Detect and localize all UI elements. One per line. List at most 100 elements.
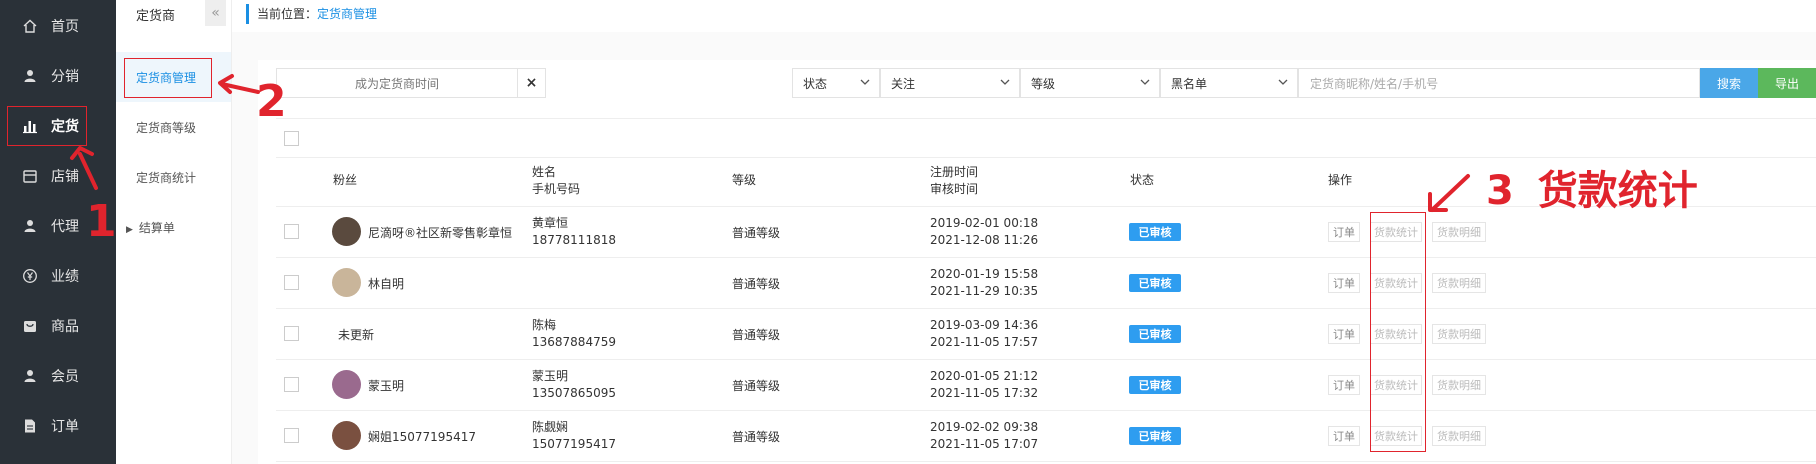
time-cell: 2020-01-19 15:58 2021-11-29 10:35 (930, 266, 1038, 300)
nav-item-5[interactable]: 业绩 (0, 251, 116, 301)
payment-detail-button[interactable]: 货款明细 (1432, 324, 1486, 344)
nav-item-8[interactable]: 订单 (0, 401, 116, 451)
name-cell: 黄章恒 18778111818 (532, 215, 616, 249)
audit-time: 2021-12-08 11:26 (930, 233, 1039, 247)
follow-select-label: 关注 (891, 76, 916, 91)
status-badge: 已审核 (1129, 274, 1181, 292)
fan-name: 未更新 (338, 328, 375, 342)
reg-time: 2019-03-09 14:36 (930, 318, 1039, 332)
home-icon (21, 17, 39, 35)
row-checkbox[interactable] (284, 377, 299, 392)
time-cell: 2019-02-01 00:18 2021-12-08 11:26 (930, 215, 1038, 249)
level-select[interactable]: 等级 (1020, 68, 1160, 98)
subnav-item-dealer-stats[interactable]: 定货商统计 (136, 169, 196, 186)
real-name: 陈觑娴 (532, 420, 569, 434)
nav-item-label: 代理 (51, 219, 79, 235)
nav-item-3[interactable]: 店铺 (0, 151, 116, 201)
nav-item-0[interactable]: 首页 (0, 1, 116, 51)
nav-item-label: 店铺 (51, 169, 79, 185)
avatar (332, 370, 361, 399)
search-input[interactable]: 定货商昵称/姓名/手机号 (1298, 68, 1700, 98)
app-root: 首页 分销 定货 店铺 代理 业绩 商品 会员 订单 定货商 定货商管理 定货商等级 定货商统计… (0, 0, 1816, 464)
subnav-item-dealer-level[interactable]: 定货商等级 (136, 119, 196, 136)
payment-detail-button[interactable]: 货款明细 (1432, 375, 1486, 395)
audit-time: 2021-11-05 17:57 (930, 335, 1039, 349)
clear-date-icon[interactable]: × (518, 68, 546, 98)
nav-item-label: 首页 (51, 19, 79, 35)
nav-item-label: 订单 (51, 419, 79, 435)
row-checkbox[interactable] (284, 275, 299, 290)
table-row: 未更新 陈梅 13687884759 普通等级 2019-03-09 14:36 2021… (276, 309, 1816, 360)
user-icon (21, 367, 39, 385)
table-select-all-row (276, 118, 1816, 158)
payment-detail-button[interactable]: 货款明细 (1432, 273, 1486, 293)
row-checkbox[interactable] (284, 224, 299, 239)
payment-detail-button[interactable]: 货款明细 (1432, 426, 1486, 446)
status-select[interactable]: 状态 (792, 68, 880, 98)
row-checkbox[interactable] (284, 326, 299, 341)
avatar (332, 421, 361, 450)
subnav-title: 定货商 (136, 9, 176, 24)
name-cell: 蒙玉明 13507865095 (532, 368, 616, 402)
header-phone: 手机号码 (532, 182, 581, 196)
phone: 13687884759 (532, 335, 616, 349)
level-cell: 普通等级 (732, 379, 781, 393)
fan-name: 娴姐15077195417 (368, 430, 476, 444)
header-reg-time: 注册时间 (930, 165, 979, 179)
fan-name: 林自明 (368, 277, 405, 291)
level-cell: 普通等级 (732, 430, 781, 444)
level-cell: 普通等级 (732, 328, 781, 342)
status-badge: 已审核 (1129, 223, 1181, 241)
order-button[interactable]: 订单 (1328, 324, 1360, 344)
select-all-checkbox[interactable] (284, 131, 299, 146)
header-level: 等级 (732, 173, 757, 187)
fan-name: 尼滴呀®社区新零售彰章恒 (368, 226, 513, 240)
avatar (332, 268, 361, 297)
annotation-step-3-text: 货款统计 (1537, 168, 1698, 214)
subnav-item-settlement-label: 结算单 (138, 221, 175, 235)
nav-item-6[interactable]: 商品 (0, 301, 116, 351)
header-status: 状态 (1130, 173, 1155, 187)
breadcrumb-current[interactable]: 定货商管理 (317, 7, 377, 21)
annotation-step-3-num: 3 (1486, 168, 1514, 214)
chevron-down-icon (1278, 79, 1288, 85)
dealer-date-filter[interactable]: 成为定货商时间 (276, 68, 518, 98)
status-select-label: 状态 (803, 76, 828, 91)
order-button[interactable]: 订单 (1328, 273, 1360, 293)
collapse-subnav-button[interactable]: « (205, 0, 226, 26)
table-row: 蒙玉明 蒙玉明 13507865095 普通等级 2020-01-05 21:12 202… (276, 360, 1816, 411)
nav-item-1[interactable]: 分销 (0, 51, 116, 101)
search-button[interactable]: 搜索 (1700, 68, 1758, 98)
order-button[interactable]: 订单 (1328, 426, 1360, 446)
follow-select[interactable]: 关注 (880, 68, 1020, 98)
chevron-down-icon (1000, 79, 1010, 85)
header-ops: 操作 (1328, 173, 1353, 187)
subnav-item-settlement[interactable]: ▶ 结算单 (126, 219, 175, 236)
header-audit-time: 审核时间 (930, 182, 979, 196)
caret-right-icon: ▶ (126, 225, 133, 235)
audit-time: 2021-11-05 17:32 (930, 386, 1039, 400)
fan-name: 蒙玉明 (368, 379, 405, 393)
real-name: 黄章恒 (532, 216, 569, 230)
order-button[interactable]: 订单 (1328, 222, 1360, 242)
row-checkbox[interactable] (284, 428, 299, 443)
yen-icon (21, 267, 39, 285)
nav-item-label: 商品 (51, 319, 79, 335)
order-button[interactable]: 订单 (1328, 375, 1360, 395)
payment-detail-button[interactable]: 货款明细 (1432, 222, 1486, 242)
blacklist-select-label: 黑名单 (1171, 76, 1208, 91)
level-select-label: 等级 (1031, 76, 1056, 91)
real-name: 陈梅 (532, 318, 557, 332)
nav-item-7[interactable]: 会员 (0, 351, 116, 401)
blacklist-select[interactable]: 黑名单 (1160, 68, 1298, 98)
annotation-step-3: 3 货款统计 (1486, 158, 1698, 216)
name-cell: 陈觑娴 15077195417 (532, 419, 616, 453)
phone: 13507865095 (532, 386, 616, 400)
phone: 15077195417 (532, 437, 616, 451)
table-row: 林自明 普通等级 2020-01-19 15:58 2021-11-29 10:35 已… (276, 258, 1816, 309)
avatar (332, 217, 361, 246)
box-icon (21, 317, 39, 335)
reg-time: 2020-01-05 21:12 (930, 369, 1039, 383)
export-button[interactable]: 导出 (1758, 68, 1816, 98)
status-badge: 已审核 (1129, 376, 1181, 394)
